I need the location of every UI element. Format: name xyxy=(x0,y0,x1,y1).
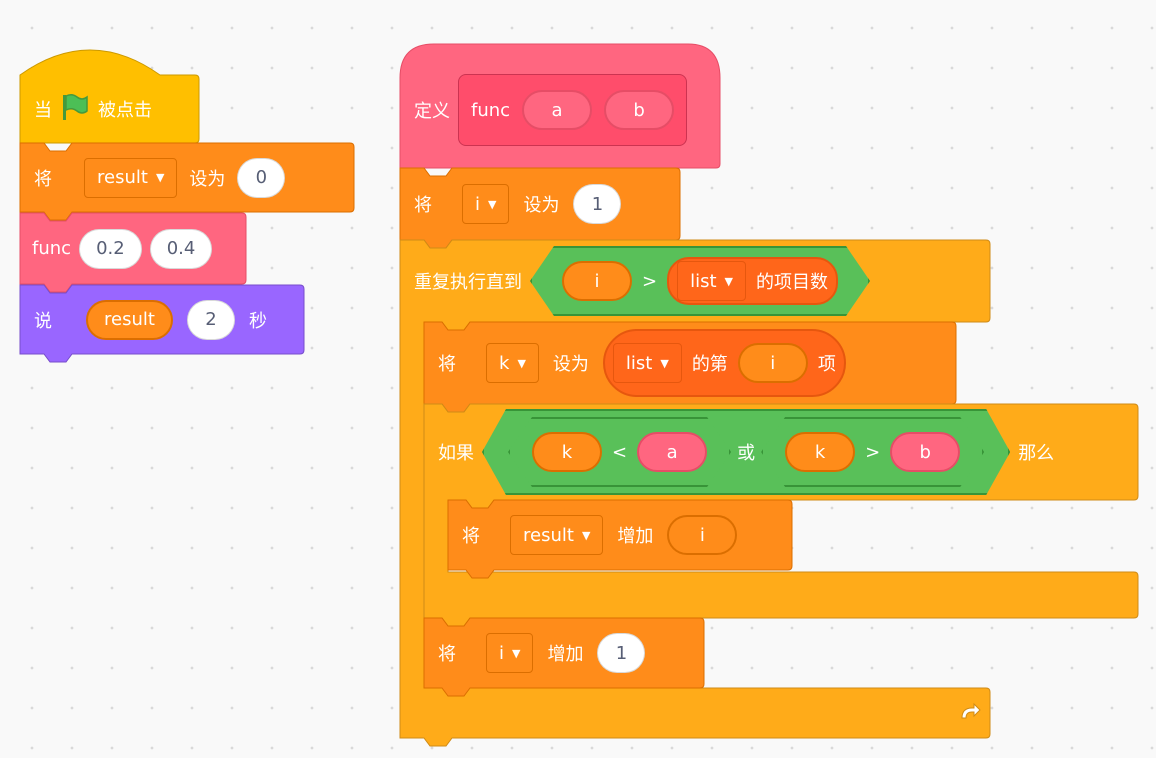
variable-dropdown-result[interactable]: result ▼ xyxy=(84,157,178,198)
item-of-label: 的第 xyxy=(691,354,728,375)
secs-input[interactable]: 2 xyxy=(186,299,235,340)
param-b[interactable]: b xyxy=(604,90,675,130)
greater-than-op: > xyxy=(642,270,658,292)
when-flag-clicked-block[interactable]: 当 被点击 xyxy=(20,75,200,143)
set-verb: 将 xyxy=(34,168,52,190)
result-reporter[interactable]: result xyxy=(86,299,173,340)
repeat-until-label: 重复执行直到 xyxy=(414,272,522,293)
secs-unit: 秒 xyxy=(248,310,267,332)
change-verb: 将 xyxy=(438,644,456,665)
dropdown-caret-icon: ▼ xyxy=(512,646,521,660)
dropdown-label: i xyxy=(475,193,481,215)
func-name: func xyxy=(32,238,72,259)
or-condition[interactable]: k < a 或 k > b xyxy=(482,409,1010,495)
length-label: 的项目数 xyxy=(756,272,828,293)
set-to-label: 设为 xyxy=(189,168,226,190)
dropdown-label: list xyxy=(625,352,653,374)
i-reporter[interactable]: i xyxy=(562,261,632,301)
list-dropdown[interactable]: list ▼ xyxy=(612,343,682,383)
length-of-list-reporter[interactable]: list ▼ 的项目数 xyxy=(667,257,838,305)
dropdown-caret-icon: ▼ xyxy=(155,171,165,184)
i-reporter[interactable]: i xyxy=(667,515,738,555)
prototype-block[interactable]: func a b xyxy=(458,74,688,146)
define-block[interactable]: 定义 func a b xyxy=(400,74,720,146)
call-func-block[interactable]: func 0.2 0.4 xyxy=(20,213,246,284)
dropdown-caret-icon: ▼ xyxy=(724,274,733,288)
define-func-name: func xyxy=(471,99,511,121)
set-result-block[interactable]: 将 result ▼ 设为 0 xyxy=(20,143,354,212)
variable-dropdown-i[interactable]: i ▼ xyxy=(486,633,534,673)
if-label: 如果 xyxy=(438,443,474,464)
set-verb: 将 xyxy=(438,354,456,375)
k-reporter[interactable]: k xyxy=(532,432,602,472)
k-reporter[interactable]: k xyxy=(785,432,855,472)
change-verb: 将 xyxy=(462,526,480,547)
set-to-label: 设为 xyxy=(552,354,589,375)
dropdown-caret-icon: ▼ xyxy=(488,197,497,211)
dropdown-caret-icon: ▼ xyxy=(581,528,591,542)
dropdown-label: list xyxy=(690,270,717,292)
variable-dropdown-k[interactable]: k ▼ xyxy=(486,343,539,383)
clicked-label: 被点击 xyxy=(98,100,152,121)
set-verb: 将 xyxy=(414,195,432,216)
if-header[interactable]: 如果 k < a 或 k > b 那么 xyxy=(424,404,1138,500)
change-by-label: 增加 xyxy=(617,526,654,547)
dropdown-caret-icon: ▼ xyxy=(660,356,669,370)
item-of-list-reporter[interactable]: list ▼ 的第 i 项 xyxy=(602,329,846,397)
green-flag-icon xyxy=(60,92,90,126)
list-dropdown[interactable]: list ▼ xyxy=(677,261,746,301)
less-than-condition[interactable]: k < a xyxy=(508,417,731,487)
arg2-input[interactable]: 0.4 xyxy=(149,228,213,269)
set-to-label: 设为 xyxy=(523,195,560,216)
greater-than-condition[interactable]: i > list ▼ 的项目数 xyxy=(530,246,870,316)
change-result-block[interactable]: 将 result ▼ 增加 i xyxy=(448,500,792,570)
dropdown-label: k xyxy=(499,352,510,374)
param-a[interactable]: a xyxy=(522,90,593,130)
item-suffix: 项 xyxy=(817,354,836,375)
i-reporter[interactable]: i xyxy=(737,343,808,383)
variable-dropdown-i[interactable]: i ▼ xyxy=(462,184,510,224)
change-by-label: 增加 xyxy=(547,644,584,665)
change-i-block[interactable]: 将 i ▼ 增加 1 xyxy=(424,618,704,688)
value-input[interactable]: 1 xyxy=(597,633,646,673)
greater-than-op: > xyxy=(865,441,881,463)
variable-dropdown-result[interactable]: result ▼ xyxy=(510,515,604,555)
dropdown-label: result xyxy=(97,167,148,188)
when-label: 当 xyxy=(34,100,52,121)
say-verb: 说 xyxy=(34,310,52,332)
repeat-until-header[interactable]: 重复执行直到 i > list ▼ 的项目数 xyxy=(400,240,990,322)
value-input[interactable]: 0 xyxy=(237,157,286,198)
dropdown-caret-icon: ▼ xyxy=(517,356,526,370)
dropdown-label: result xyxy=(523,524,574,546)
set-k-block[interactable]: 将 k ▼ 设为 list ▼ 的第 i 项 xyxy=(424,322,956,404)
b-reporter[interactable]: b xyxy=(890,432,960,472)
dropdown-label: i xyxy=(499,642,505,664)
a-reporter[interactable]: a xyxy=(637,432,707,472)
value-input[interactable]: 1 xyxy=(573,184,622,224)
greater-than-condition[interactable]: k > b xyxy=(761,417,984,487)
or-label: 或 xyxy=(737,443,756,464)
set-i-block[interactable]: 将 i ▼ 设为 1 xyxy=(400,168,680,240)
code-canvas[interactable]: 当 被点击 将 result ▼ 设为 0 func 0.2 0.4 说 resu… xyxy=(0,0,1156,758)
then-label: 那么 xyxy=(1018,443,1055,464)
less-than-op: < xyxy=(612,441,628,463)
arg1-input[interactable]: 0.2 xyxy=(79,228,142,269)
say-for-secs-block[interactable]: 说 result 2 秒 xyxy=(20,285,304,354)
define-label: 定义 xyxy=(414,101,450,122)
